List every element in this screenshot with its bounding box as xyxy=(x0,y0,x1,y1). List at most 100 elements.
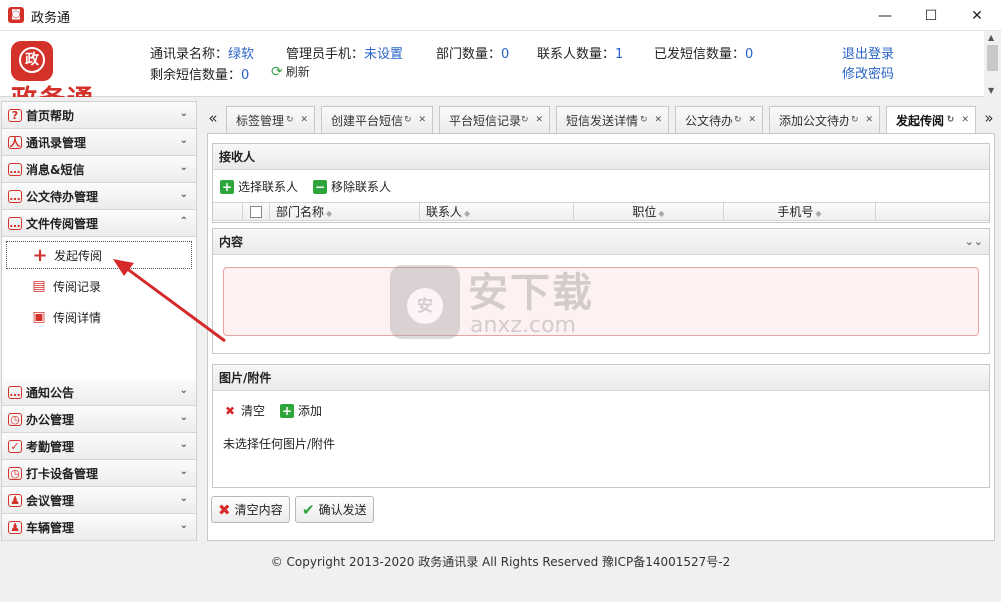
sidebar-section-file-circulation[interactable]: … 文件传阅管理 ⌃ xyxy=(2,210,196,237)
book-name-label: 通讯录名称： xyxy=(150,47,229,62)
sidebar-section-meeting[interactable]: ♟ 会议管理 ⌄ xyxy=(2,487,196,514)
help-icon: ? xyxy=(8,108,22,122)
add-icon: + xyxy=(220,179,234,194)
sidebar-section-notice[interactable]: … 通知公告 ⌄ xyxy=(2,379,196,406)
sidebar-section-attendance[interactable]: ✓ 考勤管理 ⌄ xyxy=(2,433,196,460)
chevron-down-icon: ⌄ xyxy=(179,412,188,423)
column-header-position[interactable]: 职位 ◆ xyxy=(574,203,724,221)
tab-refresh-close-icons[interactable]: ↻ ✕ xyxy=(286,115,310,125)
sidebar-section-document-todo[interactable]: … 公文待办管理 ⌄ xyxy=(2,183,196,210)
dept-count-value: 0 xyxy=(501,47,510,62)
content-editor[interactable] xyxy=(223,267,979,336)
tab-document-todo[interactable]: 公文待办 ↻ ✕ xyxy=(675,106,763,133)
scroll-up-icon[interactable]: ▲ xyxy=(988,33,994,42)
sidebar-section-messages[interactable]: … 消息&短信 ⌄ xyxy=(2,156,196,183)
tab-label: 创建平台短信 xyxy=(331,113,404,128)
tab-add-document-todo[interactable]: 添加公文待办 ↻ ✕ xyxy=(769,106,880,133)
meeting-icon: ♟ xyxy=(8,493,22,507)
sidebar-item-start-circulation[interactable]: + 发起传阅 xyxy=(6,241,192,269)
column-header-department[interactable]: 部门名称 ◆ xyxy=(270,203,420,221)
header-scrollbar[interactable]: ▲ ▼ xyxy=(984,31,1001,97)
refresh-button[interactable]: ⟳ 刷新 xyxy=(271,63,310,80)
sidebar: ? 首页帮助 ⌄ 人 通讯录管理 ⌄ … 消息&短信 ⌄ … 公文待办管理 ⌄ … xyxy=(1,101,197,541)
select-all-checkbox[interactable] xyxy=(250,206,262,218)
tab-platform-sms-records[interactable]: 平台短信记录 ↻ ✕ xyxy=(439,106,550,133)
sidebar-section-clock-device[interactable]: ◷ 打卡设备管理 ⌄ xyxy=(2,460,196,487)
maximize-button[interactable]: ☐ xyxy=(908,0,954,31)
title-bar: ◙ 政务通 — ☐ ✕ xyxy=(0,0,1001,31)
chevron-down-icon: ⌄ xyxy=(179,466,188,477)
add-attachment-label: 添加 xyxy=(298,404,323,418)
tab-sms-send-details[interactable]: 短信发送详情 ↻ ✕ xyxy=(556,106,669,133)
sidebar-section-home-help[interactable]: ? 首页帮助 ⌄ xyxy=(2,102,196,129)
tab-tag-management[interactable]: 标签管理 ↻ ✕ xyxy=(226,106,315,133)
sent-sms-info: 已发短信数量：0 xyxy=(654,43,753,62)
tab-refresh-close-icons[interactable]: ↻ ✕ xyxy=(640,115,664,125)
confirm-send-button[interactable]: ✔ 确认发送 xyxy=(295,496,374,523)
sidebar-item-label: 传阅详情 xyxy=(53,310,102,325)
clear-attachments-button[interactable]: ✖ 清空 xyxy=(223,402,265,419)
sidebar-section-label: 公文待办管理 xyxy=(26,189,99,204)
admin-phone-info: 管理员手机：未设置 xyxy=(286,43,403,62)
tab-label: 添加公文待办 xyxy=(779,113,849,128)
tab-refresh-close-icons[interactable]: ↻ ✕ xyxy=(404,115,428,125)
tab-label: 发起传阅 xyxy=(896,114,945,128)
column-header-label: 手机号 xyxy=(777,205,814,219)
contacts-icon: 人 xyxy=(8,135,22,149)
sort-icon: ◆ xyxy=(815,209,822,218)
select-contacts-button[interactable]: + 选择联系人 xyxy=(220,178,298,195)
clear-content-button[interactable]: ✖ 清空内容 xyxy=(211,496,290,523)
add-attachment-button[interactable]: + 添加 xyxy=(280,402,322,419)
no-attachment-text: 未选择任何图片/附件 xyxy=(223,437,336,451)
contact-count-value: 1 xyxy=(615,47,624,62)
remaining-sms-label: 剩余短信数量： xyxy=(150,68,242,83)
sidebar-section-label: 打卡设备管理 xyxy=(26,466,99,481)
change-password-link[interactable]: 修改密码 xyxy=(842,63,894,82)
attendance-icon: ✓ xyxy=(8,439,22,453)
chevron-down-icon: ⌄ xyxy=(179,385,188,396)
sidebar-section-office[interactable]: ◷ 办公管理 ⌄ xyxy=(2,406,196,433)
window-title: 政务通 xyxy=(31,11,71,26)
row-number-column xyxy=(213,203,243,221)
remove-icon: − xyxy=(313,179,327,194)
sidebar-section-label: 车辆管理 xyxy=(26,520,75,535)
scroll-down-icon[interactable]: ▼ xyxy=(988,86,994,95)
main-content: 接收人 + 选择联系人 − 移除联系人 部门名称 ◆ 联系人 ◆ 职位 ◆ 手机号 ◆ xyxy=(207,133,995,541)
column-header-phone[interactable]: 手机号 ◆ xyxy=(724,203,876,221)
chevron-down-icon: ⌄ xyxy=(179,520,188,531)
recipients-grid-header: 部门名称 ◆ 联系人 ◆ 职位 ◆ 手机号 ◆ xyxy=(213,202,989,221)
app-logo-icon: ◙ xyxy=(8,7,24,23)
sidebar-item-circulation-details[interactable]: ▣ 传阅详情 xyxy=(6,303,192,331)
sidebar-section-vehicle[interactable]: ♟ 车辆管理 ⌄ xyxy=(2,514,196,541)
plus-icon: + xyxy=(32,244,48,266)
sidebar-section-label: 通讯录管理 xyxy=(26,135,87,150)
tab-scroll-left-button[interactable]: « xyxy=(203,105,223,131)
refresh-icon: ⟳ xyxy=(271,63,283,80)
chevron-down-icon: ⌄ xyxy=(179,135,188,146)
attachments-panel: 图片/附件 ✖ 清空 + 添加 未选择任何图片/附件 xyxy=(212,364,990,488)
tab-start-circulation[interactable]: 发起传阅 ↻ ✕ xyxy=(886,106,976,134)
close-button[interactable]: ✕ xyxy=(954,0,1000,31)
scroll-thumb[interactable] xyxy=(987,45,998,71)
tab-refresh-close-icons[interactable]: ↻ ✕ xyxy=(947,115,971,125)
column-header-label: 职位 xyxy=(632,205,657,219)
notice-icon: … xyxy=(8,385,22,399)
sidebar-section-label: 消息&短信 xyxy=(26,162,85,177)
tab-scroll-right-button[interactable]: » xyxy=(979,105,999,131)
confirm-send-label: 确认发送 xyxy=(318,503,367,517)
sidebar-section-contacts[interactable]: 人 通讯录管理 ⌄ xyxy=(2,129,196,156)
tab-refresh-close-icons[interactable]: ↻ ✕ xyxy=(734,115,758,125)
collapse-icon[interactable]: ⌄⌄ xyxy=(965,229,983,255)
tab-create-platform-sms[interactable]: 创建平台短信 ↻ ✕ xyxy=(321,106,433,133)
minimize-button[interactable]: — xyxy=(862,0,908,31)
sidebar-item-circulation-records[interactable]: ▤ 传阅记录 xyxy=(6,272,192,300)
attachments-panel-title: 图片/附件 xyxy=(213,365,989,391)
tab-refresh-close-icons[interactable]: ↻ ✕ xyxy=(851,115,875,125)
column-header-label: 部门名称 xyxy=(276,205,325,219)
tab-refresh-close-icons[interactable]: ↻ ✕ xyxy=(521,115,545,125)
remaining-sms-info: 剩余短信数量：0 xyxy=(150,64,249,83)
remove-contacts-button[interactable]: − 移除联系人 xyxy=(313,178,391,195)
column-header-contact[interactable]: 联系人 ◆ xyxy=(420,203,574,221)
detail-icon: ▣ xyxy=(32,309,46,325)
logout-link[interactable]: 退出登录 xyxy=(842,43,894,62)
